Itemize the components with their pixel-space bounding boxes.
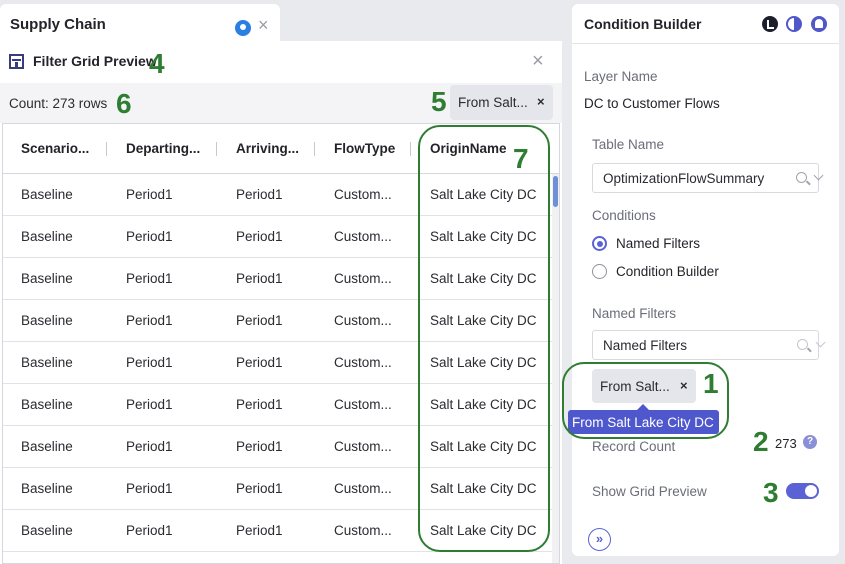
annotation-number: 4 <box>149 48 165 79</box>
annotation-number: 2 <box>753 426 769 457</box>
table-cell: Period1 <box>236 187 283 202</box>
annotation-box-origin-column <box>418 125 550 552</box>
chevron-down-icon[interactable] <box>815 337 826 348</box>
table-name-value: OptimizationFlowSummary <box>603 171 765 186</box>
show-grid-preview-label: Show Grid Preview <box>592 484 707 499</box>
help-icon[interactable]: ? <box>803 435 817 449</box>
column-header-departing[interactable]: Departing... <box>126 141 200 156</box>
annotation-number: 5 <box>431 86 447 117</box>
table-cell: Custom... <box>334 271 392 286</box>
table-cell: Custom... <box>334 439 392 454</box>
table-cell: Period1 <box>126 271 173 286</box>
named-filters-label: Named Filters <box>592 306 677 321</box>
filter-grid-icon <box>9 54 24 69</box>
column-header-scenario[interactable]: Scenario... <box>21 141 89 156</box>
table-cell: Period1 <box>126 439 173 454</box>
table-cell: Baseline <box>21 439 73 454</box>
table-cell: Baseline <box>21 355 73 370</box>
named-filters-select[interactable]: Named Filters <box>592 330 826 360</box>
column-header-flowtype[interactable]: FlowType <box>334 141 395 156</box>
filter-grid-preview-title: Filter Grid Preview <box>33 53 157 69</box>
search-icon <box>796 172 807 183</box>
close-preview-icon[interactable]: × <box>532 51 544 71</box>
column-separator[interactable] <box>106 142 107 156</box>
table-cell: Custom... <box>334 187 392 202</box>
column-separator[interactable] <box>314 142 315 156</box>
bell-icon[interactable] <box>811 16 827 32</box>
count-bar: Count: 273 rows From Salt... × <box>0 83 562 123</box>
table-cell: Period1 <box>236 523 283 538</box>
table-cell: Period1 <box>126 229 173 244</box>
column-header-arriving[interactable]: Arriving... <box>236 141 299 156</box>
table-cell: Baseline <box>21 313 73 328</box>
table-cell: Custom... <box>334 523 392 538</box>
condition-builder-title: Condition Builder <box>584 16 702 32</box>
named-filters-option-label[interactable]: Named Filters <box>616 236 700 251</box>
table-cell: Baseline <box>21 271 73 286</box>
remove-filter-icon[interactable]: × <box>537 94 545 109</box>
table-cell: Period1 <box>236 439 283 454</box>
table-cell: Period1 <box>126 397 173 412</box>
condition-builder-radio[interactable] <box>592 264 607 279</box>
table-cell: Period1 <box>236 355 283 370</box>
annotation-number: 7 <box>513 143 529 174</box>
table-cell: Period1 <box>236 271 283 286</box>
close-icon[interactable]: × <box>258 16 269 34</box>
table-name-label: Table Name <box>592 137 665 152</box>
conditions-label: Conditions <box>592 208 656 223</box>
tab-title: Supply Chain <box>10 16 106 33</box>
table-cell: Custom... <box>334 355 392 370</box>
active-filter-chip[interactable]: From Salt... × <box>450 85 553 120</box>
scrollbar-thumb[interactable] <box>553 176 558 207</box>
check-circle-icon[interactable] <box>762 16 778 32</box>
record-count-value: 273 <box>775 436 797 451</box>
table-name-select[interactable]: OptimizationFlowSummary <box>592 163 824 193</box>
table-cell: Custom... <box>334 229 392 244</box>
table-cell: Period1 <box>126 187 173 202</box>
table-cell: Period1 <box>126 481 173 496</box>
condition-builder-option-label[interactable]: Condition Builder <box>616 264 719 279</box>
table-cell: Period1 <box>236 397 283 412</box>
chevron-down-icon[interactable] <box>813 170 824 181</box>
table-cell: Period1 <box>236 481 283 496</box>
named-filters-radio[interactable] <box>592 236 607 251</box>
table-cell: Custom... <box>334 313 392 328</box>
row-count: Count: 273 rows <box>9 96 108 111</box>
record-count-label: Record Count <box>592 439 676 454</box>
vertical-scrollbar[interactable] <box>552 174 559 563</box>
layer-name-value: DC to Customer Flows <box>584 96 720 111</box>
expand-panel-icon[interactable]: » <box>588 528 611 551</box>
table-cell: Period1 <box>236 229 283 244</box>
table-cell: Baseline <box>21 481 73 496</box>
location-pin-icon[interactable] <box>235 20 251 36</box>
layer-name-label: Layer Name <box>584 69 658 84</box>
condition-builder-panel: Condition Builder Layer Name DC to Custo… <box>568 4 839 556</box>
named-filters-placeholder: Named Filters <box>603 338 688 353</box>
table-cell: Custom... <box>334 481 392 496</box>
table-cell: Baseline <box>21 397 73 412</box>
table-cell: Baseline <box>21 523 73 538</box>
annotation-number: 3 <box>763 477 779 508</box>
supply-chain-tab[interactable]: Supply Chain × <box>0 4 280 42</box>
table-cell: Period1 <box>236 313 283 328</box>
contrast-icon[interactable] <box>786 16 802 32</box>
show-grid-preview-toggle[interactable] <box>786 483 819 499</box>
column-separator[interactable] <box>410 142 411 156</box>
table-cell: Baseline <box>21 187 73 202</box>
annotation-number: 1 <box>703 368 719 399</box>
table-cell: Custom... <box>334 397 392 412</box>
table-cell: Period1 <box>126 355 173 370</box>
column-separator[interactable] <box>216 142 217 156</box>
active-filter-chip-label: From Salt... <box>458 95 528 110</box>
condition-builder-header: Condition Builder <box>572 4 839 44</box>
annotation-number: 6 <box>116 88 132 119</box>
search-icon <box>797 339 808 350</box>
table-cell: Period1 <box>126 313 173 328</box>
table-cell: Baseline <box>21 229 73 244</box>
table-cell: Period1 <box>126 523 173 538</box>
